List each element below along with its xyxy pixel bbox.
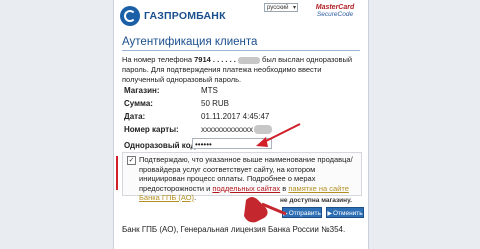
annotation-arrows [244,123,301,223]
arrow-to-otp-icon [256,123,301,147]
pointer-hand-icon [244,197,287,223]
